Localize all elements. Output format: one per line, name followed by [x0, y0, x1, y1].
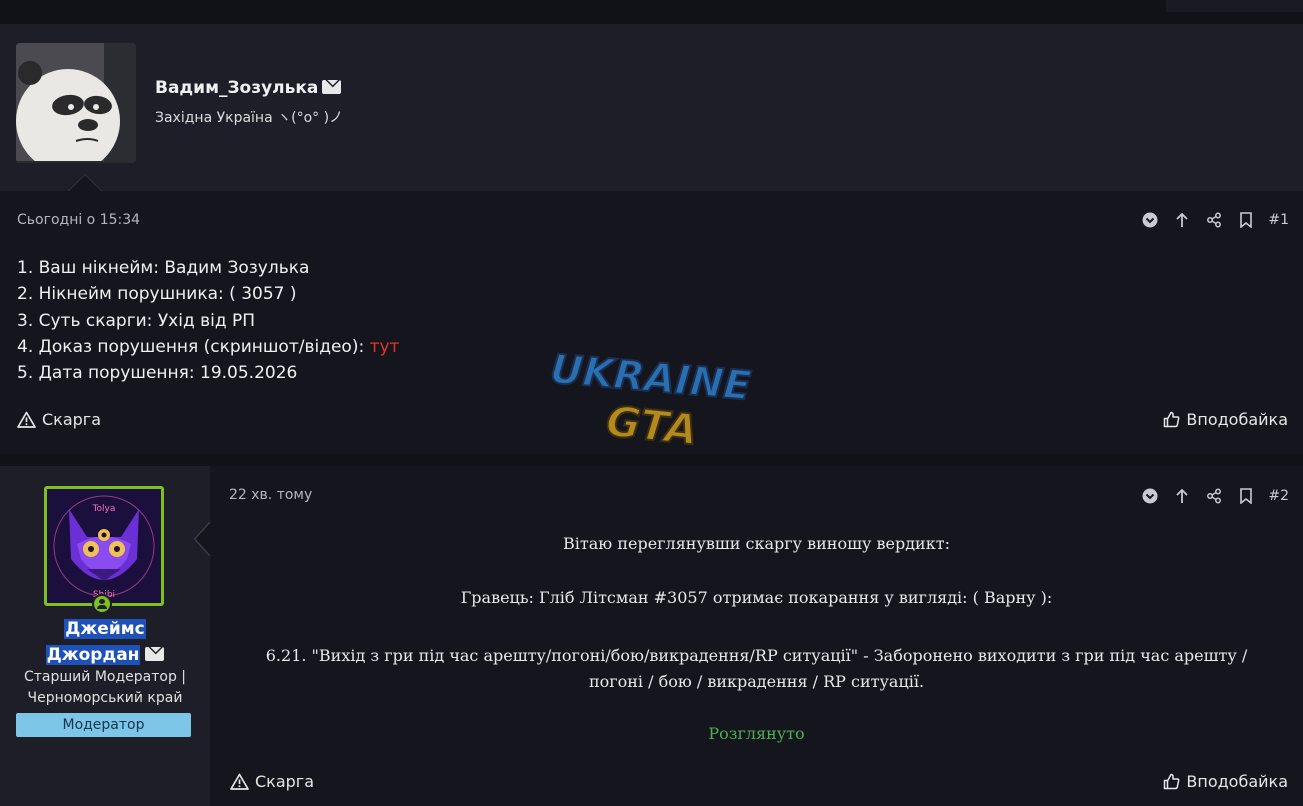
- post2-arrow: [193, 521, 211, 557]
- online-status-icon: [92, 594, 112, 614]
- post2-verdict: Гравець: Гліб Літсман #3057 отримає пока…: [460, 588, 1053, 607]
- post1-arrow: [68, 174, 102, 191]
- post1-line: 4. Доказ порушення (скриншот/відео): тут: [17, 336, 400, 357]
- share-icon[interactable]: [1198, 210, 1230, 230]
- post2-actions: #2: [1134, 486, 1289, 506]
- post1-actions: #1: [1134, 210, 1289, 230]
- warning-icon: [17, 411, 36, 428]
- ukraine-gta-watermark: UKRAINE GTA: [548, 345, 754, 455]
- post2-like-button[interactable]: Вподобайка: [1163, 772, 1288, 791]
- post2-username[interactable]: Джеймс Джордан: [0, 616, 210, 668]
- arrow-up-icon[interactable]: [1166, 210, 1198, 230]
- post2-report-button[interactable]: Скарга: [230, 772, 314, 791]
- chevron-down-icon[interactable]: [1134, 486, 1166, 506]
- bookmark-icon[interactable]: [1230, 486, 1262, 506]
- envelope-icon[interactable]: [322, 80, 342, 94]
- post1-line: 2. Нікнейм порушника: ( 3057 ): [17, 284, 297, 305]
- post-divider: [0, 454, 1303, 466]
- chevron-down-icon[interactable]: [1134, 210, 1166, 230]
- top-bar: [0, 0, 1303, 24]
- warning-icon: [230, 773, 249, 790]
- post1-avatar[interactable]: [16, 43, 136, 163]
- post1-content: 1. Ваш нікнейм: Вадим Зозулька 2. Нікней…: [17, 255, 399, 386]
- thumbs-up-icon: [1164, 411, 1180, 428]
- post2-avatar[interactable]: Tolya Shibi: [44, 486, 164, 606]
- share-icon[interactable]: [1198, 486, 1230, 506]
- moderator-badge: Модератор: [16, 713, 191, 737]
- post1-line: 5. Дата порушення: 19.05.2026: [17, 363, 298, 384]
- bookmark-icon[interactable]: [1230, 210, 1262, 230]
- post1-line: 1. Ваш нікнейм: Вадим Зозулька: [17, 258, 310, 278]
- post1-username[interactable]: Вадим_Зозулька: [155, 78, 342, 98]
- post2-date[interactable]: 22 хв. тому: [229, 487, 312, 503]
- post2-user-title: Старший Модератор | Черноморський край: [23, 669, 187, 706]
- post1-line: 3. Суть скарги: Ухід від РП: [17, 310, 256, 331]
- post1-report-button[interactable]: Скарга: [17, 410, 101, 429]
- post2-rule: 6.21. "Вихід з гри під час арешту/погоні…: [265, 646, 1248, 691]
- post1-like-button[interactable]: Вподобайка: [1163, 410, 1288, 429]
- post2-greeting: Вітаю переглянувши скаргу виношу вердикт…: [563, 534, 950, 553]
- post2-number[interactable]: #2: [1268, 488, 1289, 504]
- post2-status: Розглянуто: [708, 724, 805, 743]
- svg-text:GTA: GTA: [604, 396, 700, 454]
- evidence-link[interactable]: тут: [370, 337, 400, 357]
- envelope-icon[interactable]: [145, 647, 165, 661]
- svg-text:Tolya: Tolya: [92, 504, 116, 514]
- thumbs-up-icon: [1164, 773, 1180, 790]
- arrow-up-icon[interactable]: [1166, 486, 1198, 506]
- post1-user-title: Західна Україна ヽ(°o° )ノ: [155, 110, 344, 126]
- post2-body: [210, 466, 1303, 806]
- post1-date[interactable]: Сьогодні о 15:34: [17, 212, 140, 228]
- post1-number[interactable]: #1: [1268, 212, 1289, 228]
